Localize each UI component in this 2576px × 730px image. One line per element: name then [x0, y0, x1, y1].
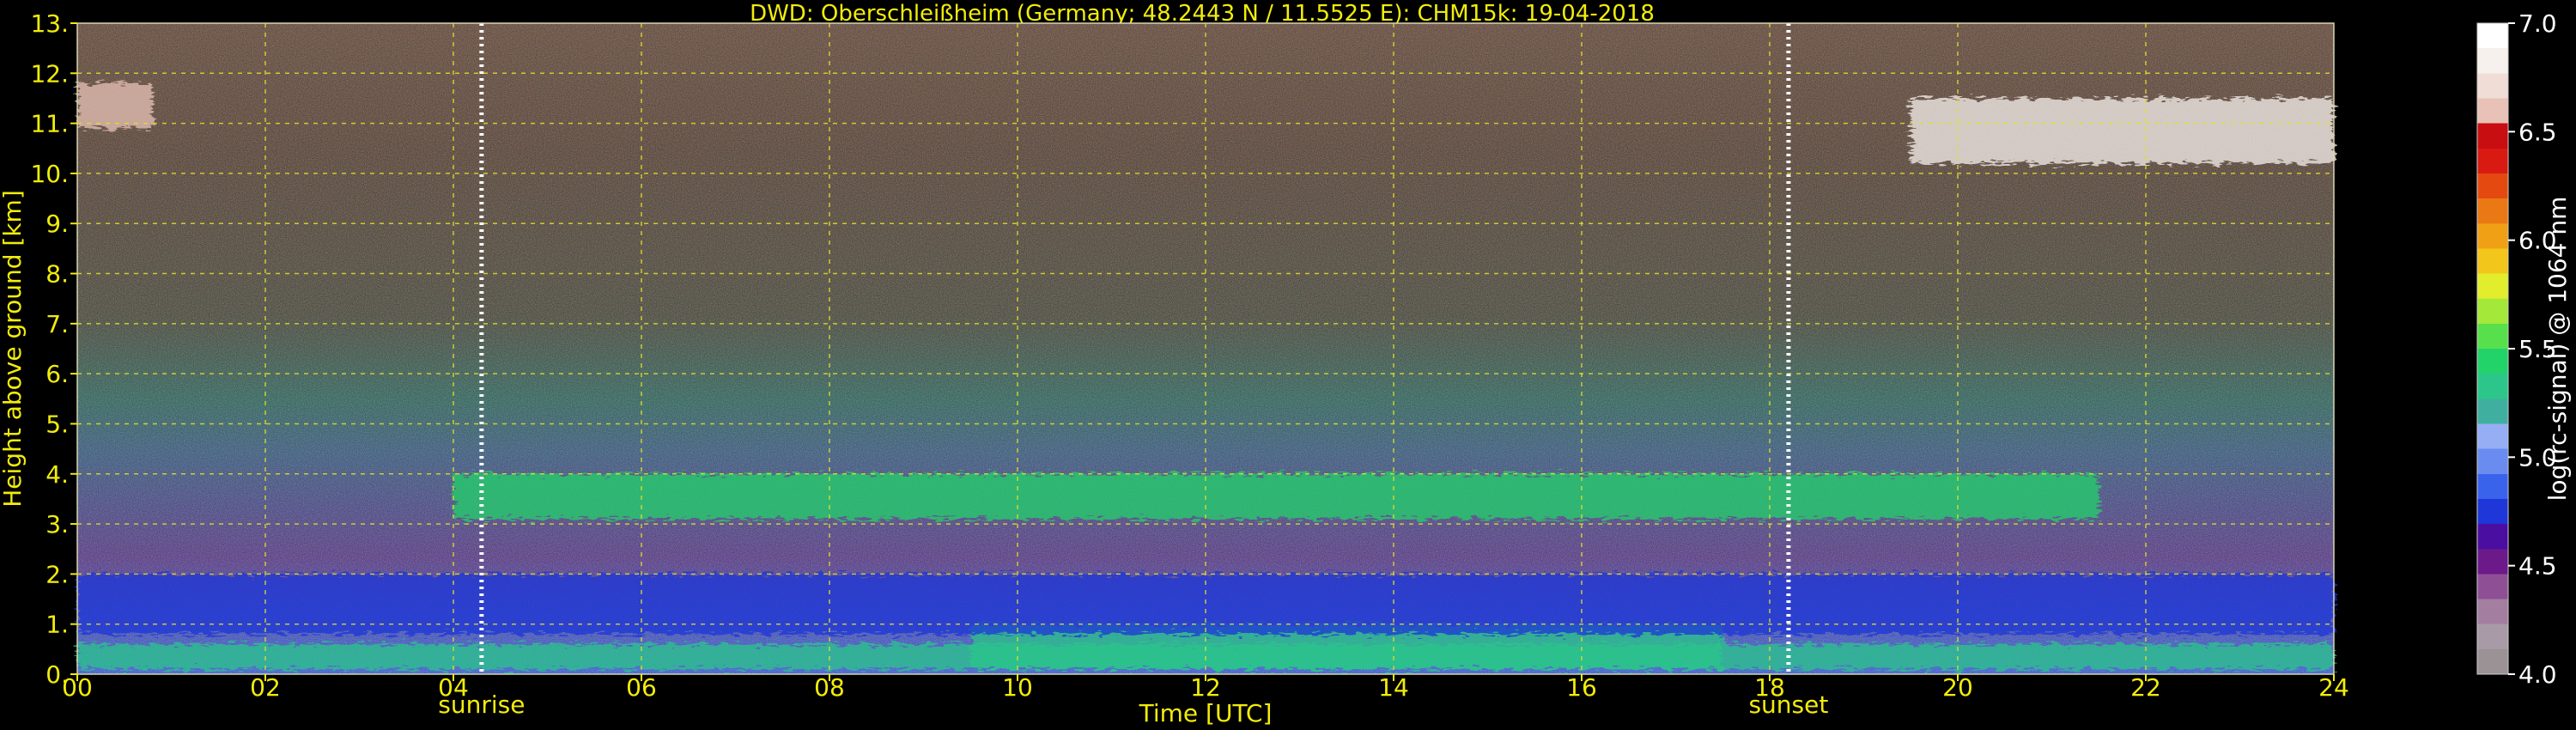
y-tick-label: 5.	[46, 410, 69, 438]
y-tick-label: 7.	[46, 310, 69, 338]
y-tick-label: 9.	[46, 210, 69, 238]
y-tick-label: 6.	[46, 360, 69, 388]
ceilometer-chart: DWD: Oberschleißheim (Germany; 48.2443 N…	[0, 1, 2572, 727]
colorbar-tick-label: 7.0	[2518, 9, 2557, 38]
x-tick-label: 10	[1002, 673, 1033, 702]
y-tick-label: 8.	[46, 260, 69, 289]
x-tick-label: 20	[1942, 673, 1973, 702]
y-tick-label: 2.	[46, 560, 69, 588]
y-tick-label: 1.	[46, 611, 69, 639]
y-tick-label: 12.	[30, 59, 69, 88]
x-tick-label: 04	[438, 673, 469, 702]
y-axis-label: Height above ground [km]	[0, 190, 27, 508]
plot-area: near-surface boundary layerdaytime mixed…	[76, 22, 2335, 719]
x-tick-label: 08	[814, 673, 845, 702]
x-axis-label: Time [UTC]	[1139, 699, 1273, 727]
y-tick-label: 13.	[30, 9, 69, 38]
x-tick-label: 22	[2130, 673, 2161, 702]
x-tick-label: 24	[2318, 673, 2349, 702]
colorbar-bar	[2476, 22, 2509, 675]
x-tick-label: 12	[1190, 673, 1221, 702]
y-tick-label: 3.	[46, 510, 69, 538]
x-tick-label: 14	[1378, 673, 1409, 702]
x-tick-label: 16	[1566, 673, 1597, 702]
colorbar-tick-label: 4.5	[2518, 552, 2557, 581]
colorbar-tick-label: 4.0	[2518, 660, 2557, 689]
y-tick-label: 11.	[30, 110, 69, 138]
y-tick-label: 4.	[46, 460, 69, 489]
x-axis-ticks: 00 02 04 06 08 10 12 14 16 18 20 22 24	[62, 673, 2349, 702]
y-tick-label: 10.	[30, 160, 69, 188]
y-axis-ticks: 0.1.2.3.4.5.6.7.8.9.10.11.12.13.	[30, 9, 77, 689]
x-tick-label: 18	[1754, 673, 1785, 702]
x-tick-label: 06	[626, 673, 657, 702]
colorbar-tick-label: 6.5	[2518, 118, 2557, 146]
layer-3: lofted aerosol layer	[453, 473, 2099, 520]
colorbar-label: log(rc-signal) @ 1064 nm	[2543, 197, 2572, 502]
layer-4: cirrus cloud	[1911, 98, 2334, 164]
colorbar: 4.04.55.05.56.06.57.0 log(rc-signal) @ 1…	[2476, 9, 2572, 689]
x-tick-label: 02	[250, 673, 281, 702]
x-tick-label: 00	[62, 673, 93, 702]
layer-5: cirrus cloud	[77, 82, 153, 129]
